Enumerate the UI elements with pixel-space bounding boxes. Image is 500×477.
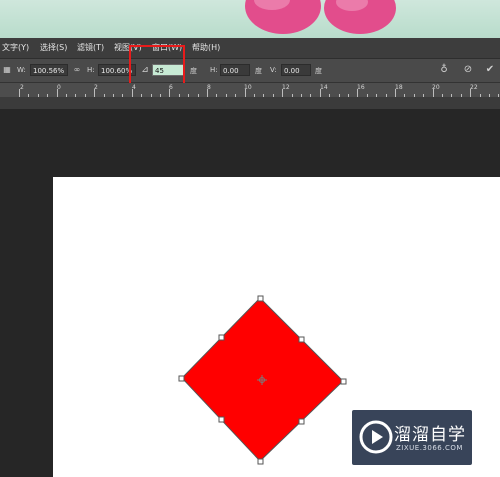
transform-options-bar: ▦ W: 100.56% ∞ H: 100.60% ⊿ 45 度 H: 0.00…	[0, 59, 500, 83]
ruler-tick	[282, 89, 284, 97]
transform-handle[interactable]	[298, 418, 305, 425]
cancel-icon[interactable]: ⊘	[461, 63, 475, 77]
tab-strip	[0, 97, 500, 109]
warp-icon[interactable]: ♁	[437, 63, 451, 77]
h-skew-unit-label: 度	[255, 67, 262, 75]
ruler-tick	[19, 89, 20, 97]
hearts-decoration	[245, 0, 396, 34]
ruler-tick	[357, 89, 359, 97]
ruler-label: 14	[320, 84, 328, 91]
v-skew-field[interactable]: 0.00	[281, 64, 311, 76]
ruler-tick	[395, 89, 396, 97]
ruler-tick	[169, 89, 171, 97]
ruler-tick	[207, 89, 208, 97]
width-label: W:	[17, 66, 26, 74]
ruler-tick	[244, 89, 246, 97]
menu-bar: 文字(Y) 选择(S) 滤镜(T) 视图(V) 窗口(W) 帮助(H)	[0, 38, 500, 59]
link-icon[interactable]: ∞	[70, 63, 84, 77]
watermark-logo: 溜溜自学 ZIXUE.3066.COM	[352, 410, 472, 465]
menu-item-filter[interactable]: 滤镜(T)	[77, 42, 104, 53]
transform-handle[interactable]	[340, 378, 347, 385]
transform-handle[interactable]	[218, 416, 225, 423]
desktop-background-strip	[0, 0, 500, 38]
height-label: H:	[87, 66, 95, 74]
transform-handle[interactable]	[257, 295, 264, 302]
v-skew-unit-label: 度	[315, 67, 322, 75]
angle-unit-label: 度	[190, 67, 197, 75]
ruler-tick	[470, 89, 472, 97]
ruler-tick	[319, 89, 321, 97]
menu-item-help[interactable]: 帮助(H)	[192, 42, 220, 53]
transform-handle[interactable]	[257, 458, 264, 465]
transform-handle[interactable]	[298, 336, 305, 343]
ruler-tick	[56, 89, 58, 97]
transform-handle[interactable]	[218, 334, 225, 341]
watermark-url: ZIXUE.3066.COM	[396, 444, 463, 452]
v-skew-label: V:	[270, 66, 277, 74]
transform-handle[interactable]	[178, 375, 185, 382]
ruler-tick	[94, 89, 96, 97]
watermark-title: 溜溜自学	[394, 425, 466, 445]
menu-item-type[interactable]: 文字(Y)	[2, 42, 29, 53]
ruler-label: 2	[20, 84, 24, 91]
h-skew-label: H:	[210, 66, 218, 74]
menu-item-select[interactable]: 选择(S)	[40, 42, 67, 53]
ruler-tick	[432, 89, 434, 97]
horizontal-ruler: 2 0 2 4 6 8 10 12 14 16 18 20 22	[0, 83, 500, 98]
width-field[interactable]: 100.56%	[30, 64, 68, 76]
angle-highlight-box	[129, 45, 185, 87]
h-skew-field[interactable]: 0.00	[220, 64, 250, 76]
commit-checkmark-icon[interactable]: ✔	[483, 63, 497, 77]
play-logo-icon	[359, 420, 393, 454]
ruler-label: 18	[395, 84, 403, 91]
reference-point-icon[interactable]: ▦	[0, 63, 14, 77]
ruler-tick	[131, 89, 133, 97]
